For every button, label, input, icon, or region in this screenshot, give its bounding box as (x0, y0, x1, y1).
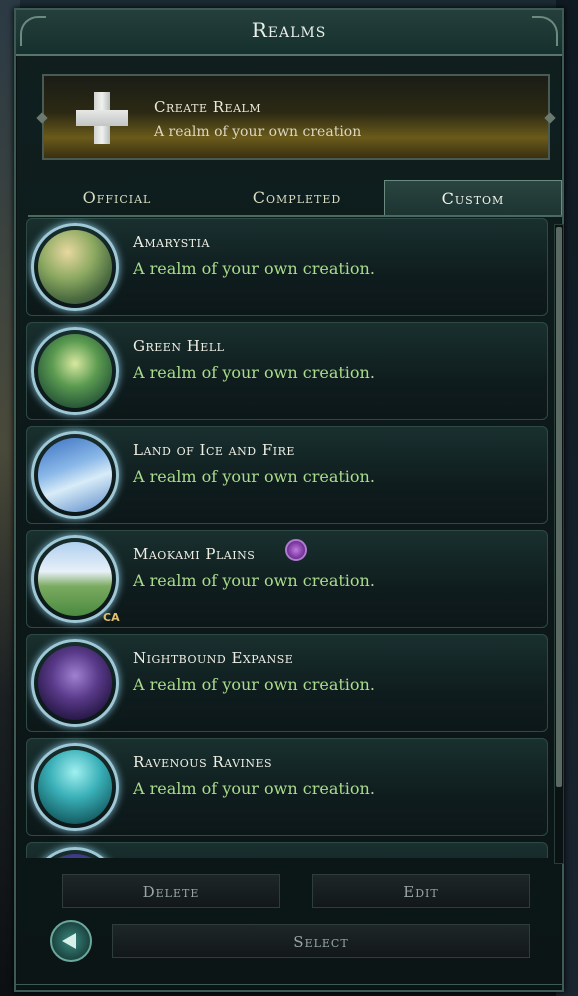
realm-description: A realm of your own creation. (133, 467, 375, 486)
tab-completed[interactable]: Completed (208, 180, 386, 216)
tab-divider (28, 215, 562, 217)
realm-description: A realm of your own creation. (133, 675, 375, 694)
diamond-ornament-icon (544, 112, 556, 124)
tab-custom[interactable]: Custom (384, 180, 562, 216)
realm-description: A realm of your own creation. (133, 779, 375, 798)
plus-icon (76, 92, 128, 144)
realm-item-land-of-ice-and-fire[interactable]: Land of Ice and Fire A realm of your own… (26, 426, 548, 524)
realm-thumbnail (31, 327, 119, 415)
realms-panel: Realms Create Realm A realm of your own … (14, 8, 564, 992)
bottom-ornament (16, 984, 562, 991)
realm-tabs: Official Completed Custom (28, 180, 562, 216)
dlc-ca-icon: CA (103, 611, 120, 624)
realm-thumbnail (31, 847, 119, 858)
delete-button[interactable]: Delete (62, 874, 280, 908)
create-realm-title: Create Realm (154, 98, 262, 116)
realm-item-ravenous-ravines[interactable]: Ravenous Ravines A realm of your own cre… (26, 738, 548, 836)
realm-name: Amarystia (133, 233, 210, 251)
purple-emblem-icon (285, 539, 307, 561)
realm-item-nightbound-expanse[interactable]: Nightbound Expanse A realm of your own c… (26, 634, 548, 732)
page-title: Realms (251, 18, 327, 42)
panel-header: Realms (16, 10, 562, 56)
select-button[interactable]: Select (112, 924, 530, 958)
realm-description: A realm of your own creation. (133, 363, 375, 382)
realm-name: Land of Ice and Fire (133, 441, 295, 459)
realm-item-green-hell[interactable]: Green Hell A realm of your own creation. (26, 322, 548, 420)
back-arrow-icon (62, 933, 76, 949)
realm-description: A realm of your own creation. (133, 259, 375, 278)
realm-thumbnail (31, 535, 119, 623)
edit-button[interactable]: Edit (312, 874, 530, 908)
realm-thumbnail (31, 223, 119, 311)
realm-name: Ravenous Ravines (133, 753, 273, 771)
tab-official[interactable]: Official (28, 180, 206, 216)
realm-name: Maokami Plains (133, 545, 256, 563)
diamond-ornament-icon (36, 112, 48, 124)
create-realm-button[interactable]: Create Realm A realm of your own creatio… (36, 74, 556, 160)
realm-item-partial[interactable] (26, 842, 548, 858)
realm-thumbnail (31, 743, 119, 831)
back-button[interactable] (50, 920, 92, 962)
realm-list: Amarystia A realm of your own creation. … (26, 218, 548, 858)
realm-thumbnail (31, 639, 119, 727)
realm-item-amarystia[interactable]: Amarystia A realm of your own creation. (26, 218, 548, 316)
scrollbar-thumb[interactable] (556, 227, 562, 787)
realm-thumbnail (31, 431, 119, 519)
list-scrollbar[interactable] (554, 224, 564, 864)
realm-item-maokami-plains[interactable]: CA Maokami Plains A realm of your own cr… (26, 530, 548, 628)
realm-name: Green Hell (133, 337, 225, 355)
realm-name: Nightbound Expanse (133, 649, 294, 667)
create-realm-subtitle: A realm of your own creation (154, 124, 362, 140)
realm-description: A realm of your own creation. (133, 571, 375, 590)
